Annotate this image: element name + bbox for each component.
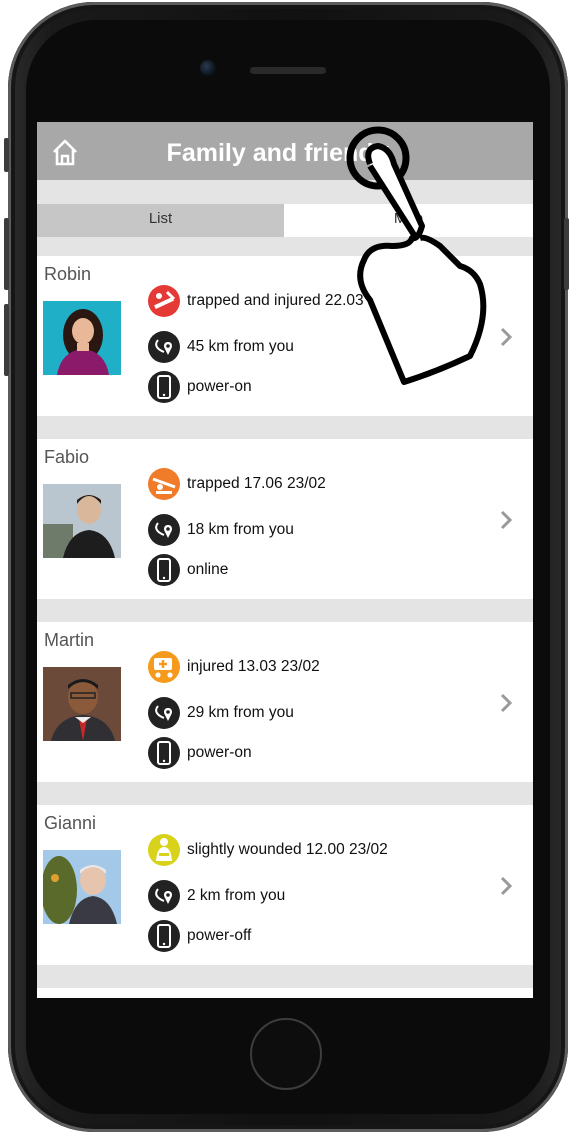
- status-text: trapped and injured 22.03 23/02: [187, 292, 407, 309]
- device-status-text: power-on: [187, 744, 252, 761]
- location-route-icon: [148, 697, 180, 729]
- location-route-icon: [148, 514, 180, 546]
- volume-down-button: [4, 304, 9, 376]
- chevron-right-icon[interactable]: [497, 508, 515, 532]
- contact-name: Fabio: [44, 447, 90, 467]
- front-camera: [200, 60, 216, 76]
- device-status-text: power-on: [187, 378, 252, 395]
- contact-card[interactable]: Gianni slightly wounded 12.00 23/02 2 km…: [37, 805, 533, 965]
- distance-text: 18 km from you: [187, 521, 294, 538]
- avatar: [43, 484, 121, 558]
- injured-icon: [148, 651, 180, 683]
- status-text: slightly wounded 12.00 23/02: [187, 841, 388, 858]
- contact-name: Robin: [44, 264, 92, 284]
- trapped-injured-icon: [148, 285, 180, 317]
- phone-icon: [148, 920, 180, 952]
- phone-icon: [148, 371, 180, 403]
- device-status-text: online: [187, 561, 229, 578]
- chevron-down-icon[interactable]: [375, 146, 389, 154]
- device-home-button[interactable]: [250, 1018, 322, 1090]
- tab-list[interactable]: List: [37, 204, 284, 237]
- contact-card[interactable]: Robin trapped and injured 22.03 23/02 45…: [37, 256, 533, 416]
- volume-up-button: [4, 218, 9, 290]
- location-route-icon: [148, 331, 180, 363]
- contact-name: Gianni: [44, 813, 97, 833]
- app-screen: Family and friends List Map Robin trappe…: [37, 122, 533, 998]
- chevron-right-icon[interactable]: [497, 325, 515, 349]
- device-status-text: power-off: [187, 927, 252, 944]
- avatar: [43, 667, 121, 741]
- phone-icon: [148, 737, 180, 769]
- location-route-icon: [148, 880, 180, 912]
- app-header: Family and friends: [37, 122, 533, 180]
- chevron-right-icon[interactable]: [497, 691, 515, 715]
- avatar: [43, 850, 121, 924]
- contact-name: Martin: [44, 630, 95, 650]
- contact-card-partial[interactable]: [37, 988, 533, 998]
- view-tabs: List Map: [37, 204, 533, 237]
- distance-text: 45 km from you: [187, 338, 294, 355]
- status-text: trapped 17.06 23/02: [187, 475, 326, 492]
- contact-card[interactable]: Fabio trapped 17.06 23/02 18 km from you…: [37, 439, 533, 599]
- home-icon[interactable]: [51, 138, 79, 166]
- status-text: injured 13.03 23/02: [187, 658, 320, 675]
- distance-text: 29 km from you: [187, 704, 294, 721]
- avatar: [43, 301, 121, 375]
- phone-icon: [148, 554, 180, 586]
- earpiece-speaker: [250, 67, 326, 74]
- side-button: [4, 138, 9, 172]
- contact-card[interactable]: Martin injured 13.03 23/02 29 km from yo…: [37, 622, 533, 782]
- chevron-right-icon[interactable]: [497, 874, 515, 898]
- tab-map[interactable]: Map: [284, 204, 533, 237]
- slightly-wounded-icon: [148, 834, 180, 866]
- power-button: [564, 218, 569, 290]
- trapped-icon: [148, 468, 180, 500]
- distance-text: 2 km from you: [187, 887, 286, 904]
